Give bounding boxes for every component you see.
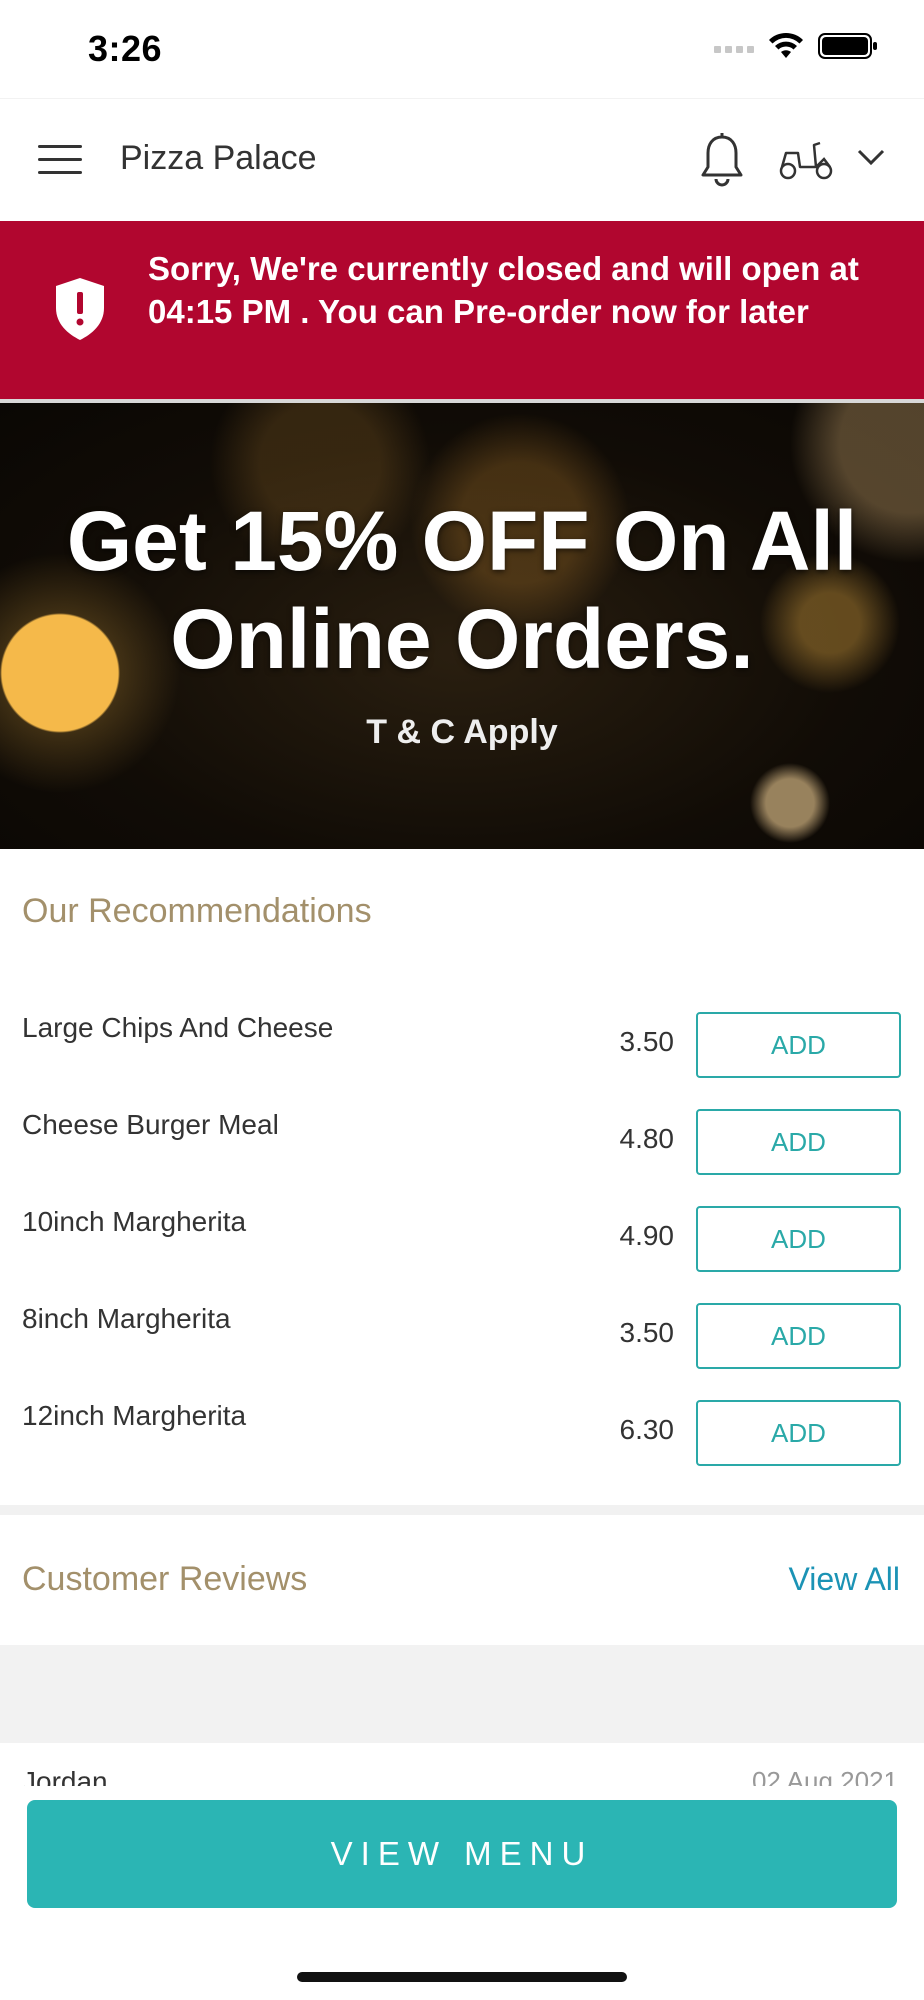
bell-icon[interactable]	[700, 131, 744, 187]
add-button[interactable]: ADD	[696, 1012, 901, 1078]
add-button[interactable]: ADD	[696, 1303, 901, 1369]
promo-terms: T & C Apply	[366, 713, 558, 751]
status-time: 3:26	[88, 28, 163, 69]
chevron-down-icon[interactable]	[856, 147, 886, 167]
app-header: Pizza Palace	[0, 98, 924, 220]
reviews-background	[0, 1645, 924, 1743]
wifi-icon	[769, 32, 803, 58]
item-price: 4.80	[619, 1123, 675, 1154]
closed-message: Sorry, We're currently closed and will o…	[148, 250, 859, 330]
view-all-link[interactable]: View All	[789, 1561, 900, 1598]
status-bar: 3:26	[0, 0, 924, 98]
view-menu-button[interactable]: VIEW MENU	[27, 1800, 897, 1908]
list-item: 8inch Margherita 3.50 ADD	[0, 1303, 924, 1373]
item-price: 3.50	[619, 1026, 675, 1057]
promo-headline-1: Get 15% OFF On All	[66, 494, 858, 588]
add-button[interactable]: ADD	[696, 1109, 901, 1175]
home-indicator	[297, 1972, 627, 1982]
app-title: Pizza Palace	[120, 139, 317, 177]
reviews-title: Customer Reviews	[22, 1560, 308, 1598]
item-name: 8inch Margherita	[22, 1303, 231, 1334]
list-item: Cheese Burger Meal 4.80 ADD	[0, 1109, 924, 1179]
item-name: 10inch Margherita	[22, 1206, 247, 1237]
closed-banner: Sorry, We're currently closed and will o…	[0, 221, 924, 399]
item-price: 3.50	[619, 1317, 675, 1348]
list-item: 12inch Margherita 6.30 ADD	[0, 1400, 924, 1470]
promo-banner[interactable]: Get 15% OFF On All Online Orders. T & C …	[0, 399, 924, 849]
shield-alert-icon	[56, 278, 104, 340]
item-price: 6.30	[619, 1414, 675, 1445]
promo-headline-2: Online Orders.	[170, 592, 754, 686]
item-price: 4.90	[619, 1220, 675, 1251]
add-button[interactable]: ADD	[696, 1400, 901, 1466]
hamburger-icon[interactable]	[38, 145, 82, 175]
item-name: Cheese Burger Meal	[22, 1109, 279, 1140]
list-item: Large Chips And Cheese 3.50 ADD	[0, 1012, 924, 1082]
add-button[interactable]: ADD	[696, 1206, 901, 1272]
item-name: Large Chips And Cheese	[22, 1012, 334, 1043]
item-name: 12inch Margherita	[22, 1400, 247, 1431]
status-icons	[714, 32, 878, 60]
list-item: 10inch Margherita 4.90 ADD	[0, 1206, 924, 1276]
recommendations-title: Our Recommendations	[22, 892, 372, 930]
section-divider	[0, 1505, 924, 1515]
scooter-icon[interactable]	[778, 137, 834, 181]
battery-icon	[818, 33, 877, 59]
signal-icon	[714, 39, 754, 53]
